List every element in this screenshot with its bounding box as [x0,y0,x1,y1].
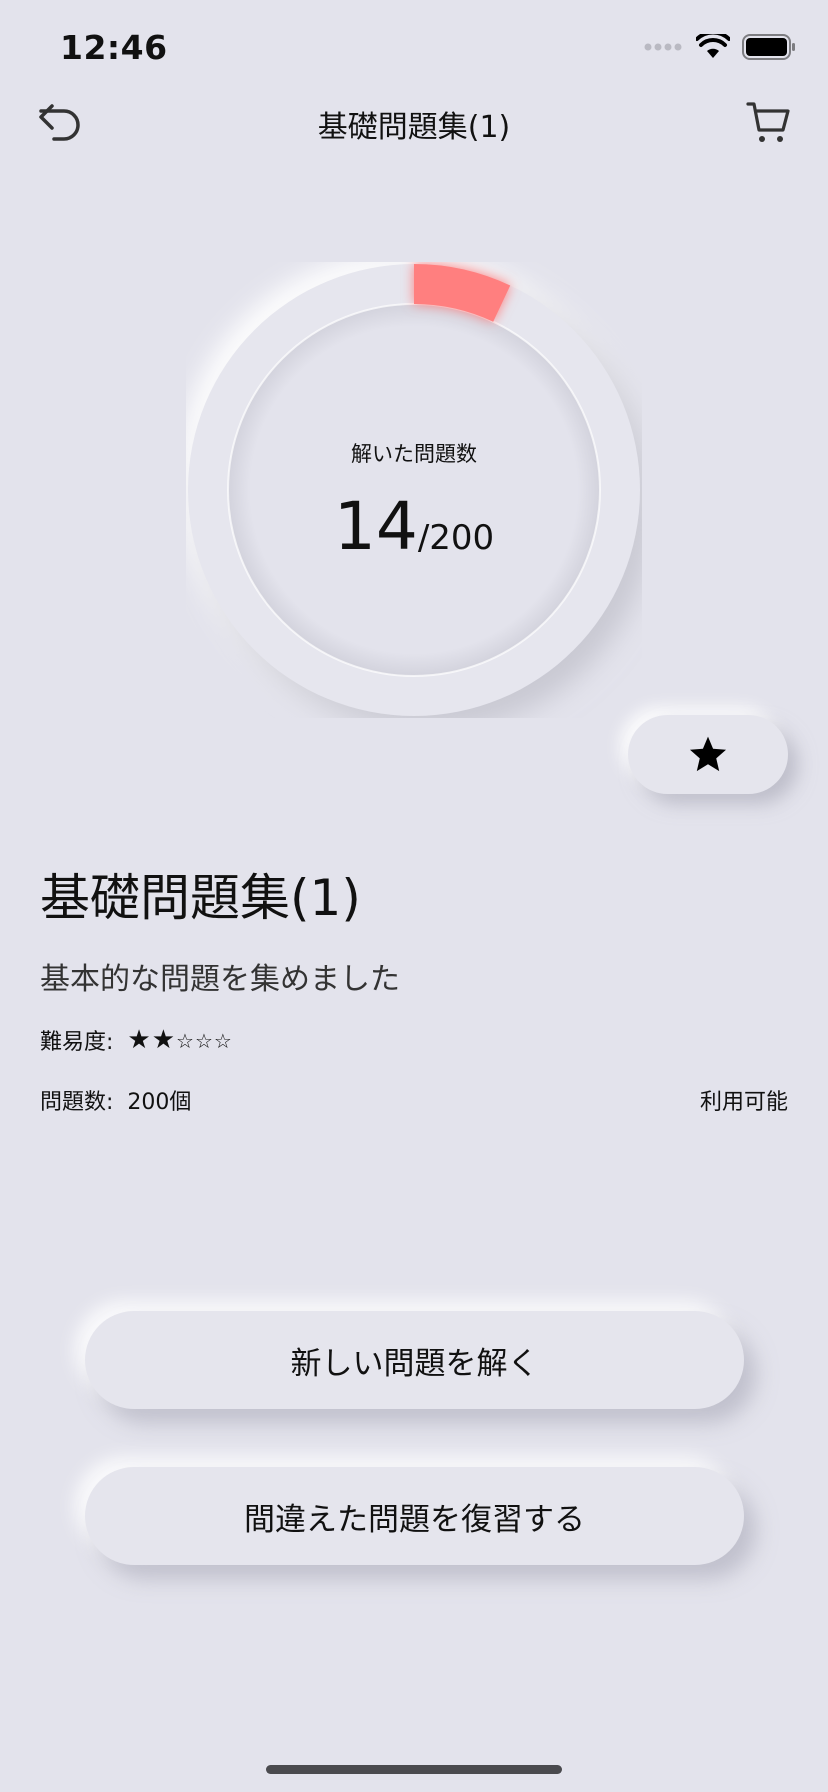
solved-count: 14/200 [0,488,828,565]
availability-status: 利用可能 [699,1090,788,1115]
question-count-label: 問題数: [40,1090,114,1115]
book-description: 基本的な問題を集めました [40,962,400,997]
difficulty-label: 難易度: [40,1030,114,1055]
favorite-button[interactable] [628,715,788,794]
difficulty-stars: ★★☆☆☆ [127,1025,232,1055]
cart-button[interactable] [744,98,792,146]
nav-title: 基礎問題集(1) [317,110,511,145]
cellular-signal-icon [644,43,682,51]
star-icon [689,736,727,771]
total-number: /200 [417,518,495,558]
difficulty-stars-filled: ★★ [127,1025,177,1055]
home-indicator[interactable] [266,1765,562,1774]
difficulty-stars-empty: ☆☆☆ [176,1029,233,1053]
status-time: 12:46 [60,28,168,67]
battery-icon [742,34,795,60]
question-count-row: 問題数: 200個 [40,1084,191,1116]
difficulty-row: 難易度: ★★☆☆☆ [40,1024,233,1056]
solve-new-button[interactable]: 新しい問題を解く [85,1311,744,1409]
review-mistakes-button[interactable]: 間違えた問題を復習する [85,1467,744,1565]
solved-label: 解いた問題数 [351,442,477,466]
status-indicators [644,34,796,60]
book-title: 基礎問題集(1) [40,869,361,927]
wifi-icon [696,34,730,58]
solved-number: 14 [333,488,418,565]
question-count-value: 200個 [127,1090,192,1115]
cart-icon [746,102,790,142]
